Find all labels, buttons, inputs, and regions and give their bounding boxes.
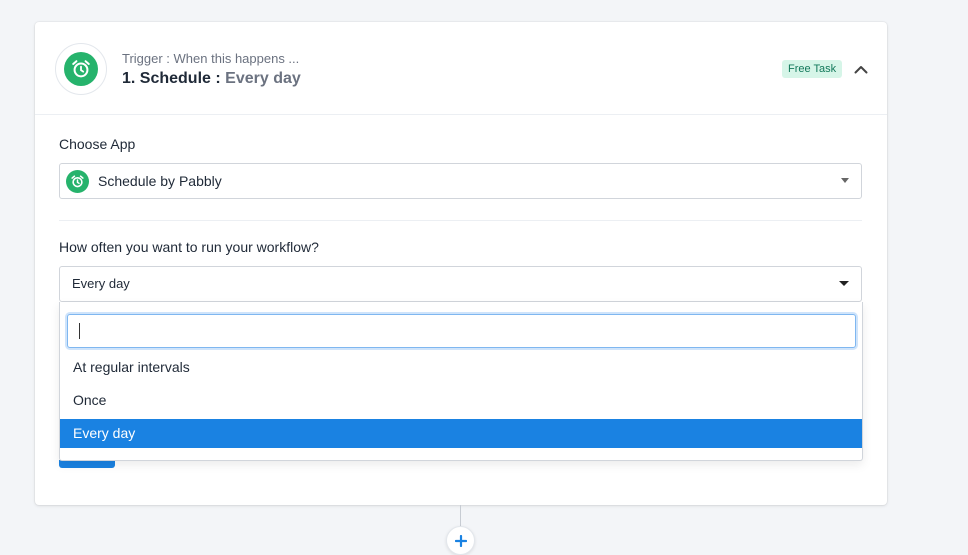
step-title-main: 1. Schedule : — [122, 70, 221, 87]
step-title-subtitle: Every day — [225, 70, 301, 87]
frequency-selected-value: Every day — [72, 276, 130, 291]
frequency-dropdown: At regular intervals Once Every day — [59, 302, 863, 461]
plus-icon — [454, 534, 467, 547]
caret-down-icon — [839, 281, 849, 286]
selected-app: Schedule by Pabbly — [98, 173, 222, 189]
dropdown-option-every-day[interactable]: Every day — [60, 419, 862, 448]
dropdown-option-regular-intervals[interactable]: At regular intervals — [60, 353, 862, 382]
save-button[interactable] — [59, 460, 115, 468]
step-connector — [460, 505, 461, 527]
add-step-button[interactable] — [446, 526, 475, 555]
frequency-label: How often you want to run your workflow? — [59, 239, 319, 255]
alarm-clock-icon — [64, 52, 98, 86]
choose-app-select[interactable]: Schedule by Pabbly — [59, 163, 862, 199]
frequency-select[interactable]: Every day — [59, 266, 862, 302]
dropdown-search-input[interactable] — [67, 314, 856, 348]
choose-app-label: Choose App — [59, 136, 136, 152]
divider — [59, 220, 862, 221]
step-header[interactable]: Trigger : When this happens ... 1. Sched… — [35, 22, 887, 115]
free-task-badge: Free Task — [782, 60, 843, 78]
chevron-up-icon — [854, 65, 868, 73]
caret-down-icon — [841, 178, 849, 183]
dropdown-option-once[interactable]: Once — [60, 386, 862, 415]
trigger-caption: Trigger : When this happens ... — [122, 51, 300, 66]
app-logo — [55, 43, 107, 95]
collapse-button[interactable] — [850, 58, 872, 80]
alarm-clock-icon — [66, 170, 89, 193]
text-cursor — [79, 323, 80, 339]
step-title: 1. Schedule : Every day — [122, 70, 301, 88]
